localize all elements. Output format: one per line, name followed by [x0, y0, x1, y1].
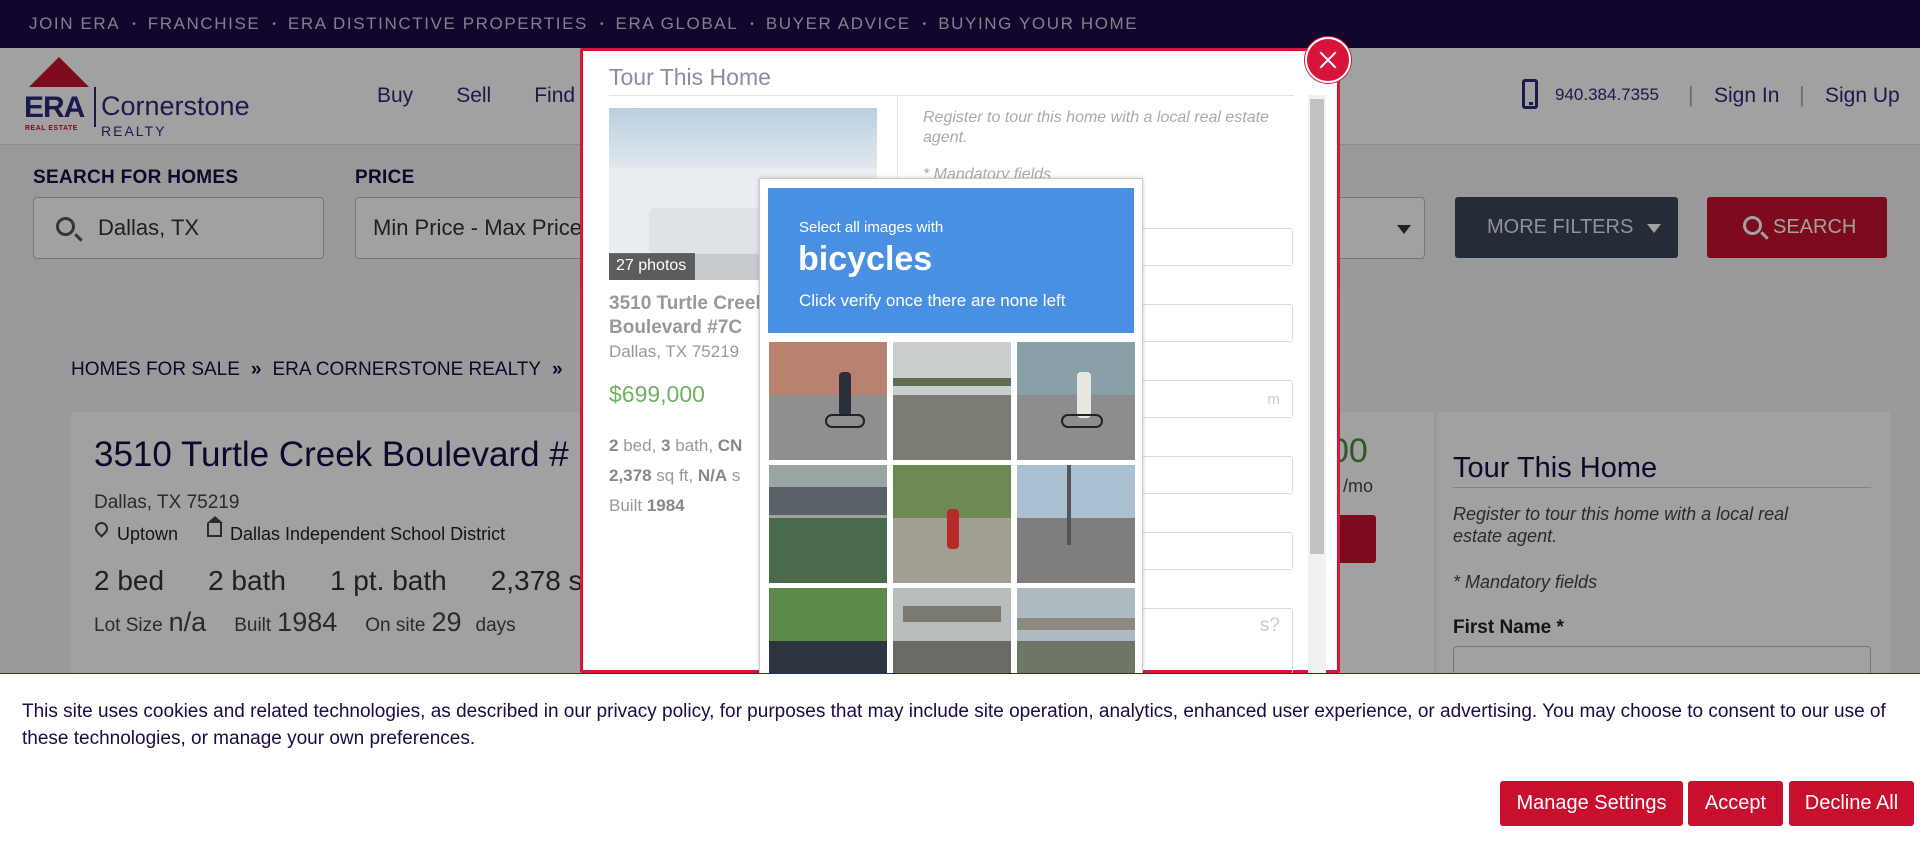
- modal-lot: N/A: [697, 466, 728, 485]
- captcha-tile[interactable]: [1017, 342, 1135, 460]
- modal-facts: 2 bed, 3 bath, CN 2,378 sq ft, N/A s Bui…: [609, 431, 769, 521]
- modal-price: $699,000: [609, 381, 705, 407]
- captcha-header: Select all images with bicycles Click ve…: [768, 188, 1134, 333]
- modal-beds-num: 2: [609, 436, 619, 455]
- image-captcha: Select all images with bicycles Click ve…: [759, 178, 1143, 706]
- accept-button[interactable]: Accept: [1688, 781, 1783, 826]
- modal-type: CN: [717, 436, 743, 455]
- photo-window: [609, 108, 877, 168]
- modal-sqft-num: 2,378: [609, 466, 652, 485]
- modal-built-value: 1984: [646, 496, 685, 515]
- captcha-tile[interactable]: [1017, 465, 1135, 583]
- tile-bicycle: [825, 414, 865, 428]
- captcha-tile[interactable]: [893, 342, 1011, 460]
- tile-cyclist: [1077, 372, 1091, 418]
- modal-beds-word: bed,: [623, 436, 657, 455]
- tile-trees: [769, 588, 887, 642]
- cookie-text: This site uses cookies and related techn…: [22, 701, 1886, 749]
- tile-pole: [1067, 465, 1071, 545]
- modal-baths-num: 3: [661, 436, 671, 455]
- comments-placeholder: s?: [1259, 615, 1280, 636]
- close-icon[interactable]: [1305, 37, 1351, 83]
- decline-all-button[interactable]: Decline All: [1789, 781, 1914, 826]
- manage-settings-button[interactable]: Manage Settings: [1500, 781, 1683, 826]
- tile-overpass: [893, 378, 1011, 386]
- captcha-tile[interactable]: [769, 465, 887, 583]
- tile-highway: [893, 395, 1011, 460]
- modal-title: Tour This Home: [609, 64, 771, 90]
- captcha-tile[interactable]: [893, 465, 1011, 583]
- photo-count-badge: 27 photos: [609, 253, 695, 280]
- modal-built-label: Built: [609, 496, 643, 515]
- tile-building: [769, 342, 887, 396]
- modal-scrollbar-thumb[interactable]: [1310, 99, 1324, 554]
- captcha-tile[interactable]: [769, 342, 887, 460]
- modal-lot-word: s: [731, 466, 741, 485]
- tile-overpass: [1017, 618, 1135, 630]
- modal-city: Dallas, TX 75219: [609, 342, 740, 361]
- tile-bridge: [769, 518, 887, 583]
- tile-trees: [1017, 342, 1135, 396]
- modal-baths-word: bath,: [675, 436, 714, 455]
- modal-sqft-word: sq ft,: [656, 466, 694, 485]
- tile-sky: [1017, 588, 1135, 642]
- tile-overpass: [769, 487, 887, 515]
- tile-overpass: [903, 606, 1001, 622]
- email-placeholder: m: [1267, 391, 1281, 408]
- captcha-instruction: Select all images with: [799, 219, 944, 236]
- tile-sky: [893, 342, 1011, 396]
- cookie-banner: This site uses cookies and related techn…: [0, 673, 1920, 846]
- captcha-subtext: Click verify once there are none left: [799, 291, 1066, 310]
- tile-intersection: [1017, 518, 1135, 583]
- tile-cyclist: [839, 372, 851, 416]
- modal-address: 3510 Turtle Creek Boulevard #7C: [609, 293, 767, 338]
- tile-cyclist: [947, 509, 959, 549]
- captcha-keyword: bicycles: [798, 240, 933, 278]
- tile-road: [769, 395, 887, 460]
- tile-sky: [1017, 465, 1135, 519]
- modal-divider: [609, 95, 1294, 96]
- modal-intro: Register to tour this home with a local …: [923, 109, 1269, 146]
- tile-bicycle: [1061, 414, 1103, 428]
